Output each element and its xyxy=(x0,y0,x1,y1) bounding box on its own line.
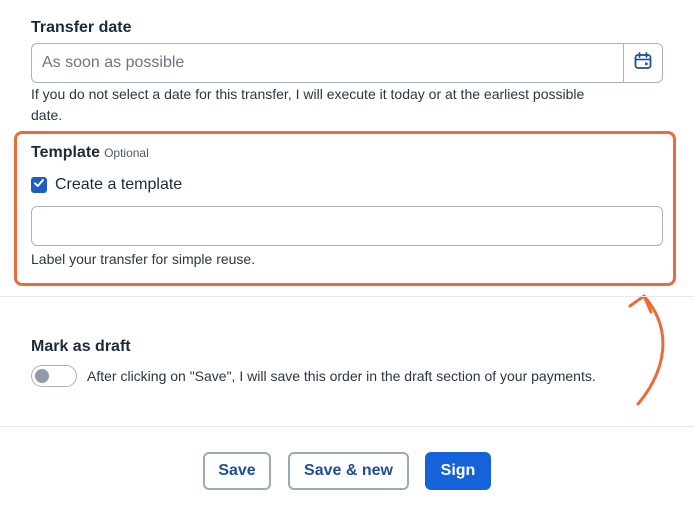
transfer-date-title: Transfer date xyxy=(31,19,132,36)
transfer-date-field xyxy=(31,43,663,83)
calendar-button[interactable] xyxy=(623,43,663,83)
draft-description: After clicking on "Save", I will save th… xyxy=(87,368,596,384)
toggle-knob xyxy=(35,369,49,383)
transfer-date-help: If you do not select a date for this tra… xyxy=(31,84,584,126)
optional-tag: Optional xyxy=(104,146,149,160)
draft-title: Mark as draft xyxy=(31,338,131,355)
template-title-text: Template xyxy=(31,144,101,161)
draft-toggle[interactable] xyxy=(31,365,77,387)
create-template-label: Create a template xyxy=(55,176,183,193)
transfer-date-help-line2: date. xyxy=(31,107,63,123)
template-title: Template Optional xyxy=(31,144,149,162)
draft-toggle-row: After clicking on "Save", I will save th… xyxy=(31,365,596,387)
create-template-checkbox[interactable] xyxy=(31,177,47,193)
transfer-date-input[interactable] xyxy=(31,43,623,83)
checkmark-icon xyxy=(33,176,45,194)
save-button[interactable]: Save xyxy=(203,452,271,490)
create-template-checkbox-row[interactable]: Create a template xyxy=(31,176,182,194)
template-help: Label your transfer for simple reuse. xyxy=(31,251,256,267)
sign-button[interactable]: Sign xyxy=(425,452,491,490)
template-name-input[interactable] xyxy=(31,206,663,246)
section-divider-top xyxy=(0,296,694,297)
calendar-icon xyxy=(633,51,653,76)
curved-arrow-icon xyxy=(628,294,665,406)
save-new-button[interactable]: Save & new xyxy=(288,452,409,490)
section-divider-bottom xyxy=(0,426,694,427)
transfer-date-help-line1: If you do not select a date for this tra… xyxy=(31,86,585,102)
